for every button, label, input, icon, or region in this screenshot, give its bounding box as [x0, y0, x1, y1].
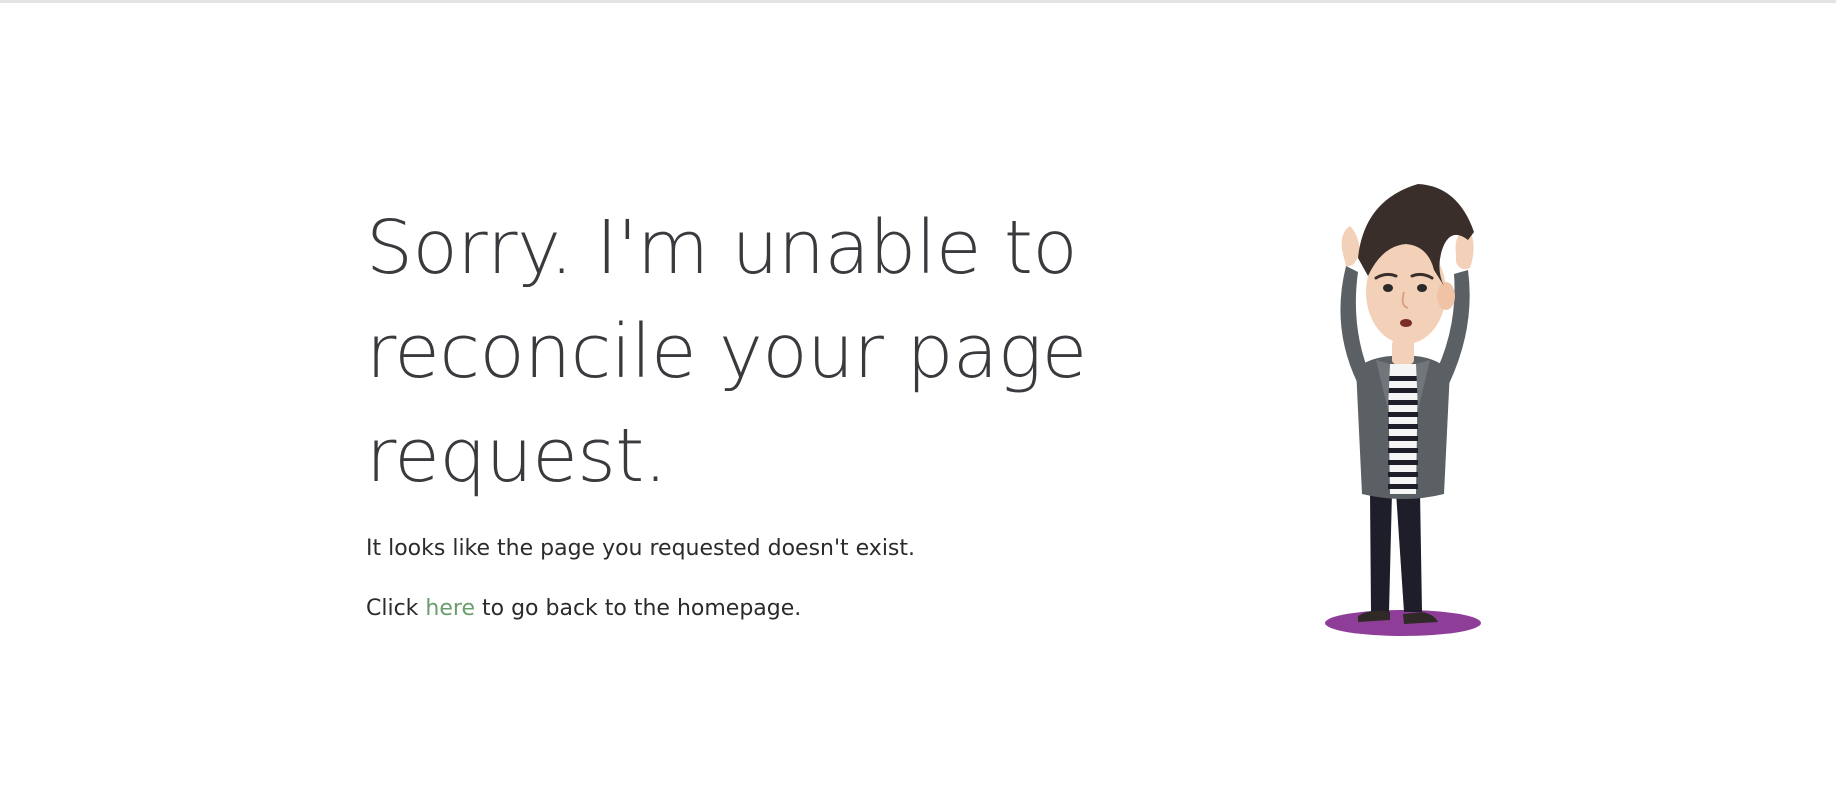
ground-shadow: [1325, 610, 1481, 636]
right-eye: [1417, 284, 1427, 292]
page-title: Sorry. I'm unable to reconcile your page…: [366, 205, 1087, 499]
left-eye: [1383, 284, 1393, 292]
cta-prefix: Click: [366, 596, 419, 621]
left-leg: [1370, 492, 1392, 612]
top-divider: [0, 0, 1836, 3]
right-leg: [1396, 492, 1422, 612]
homepage-link[interactable]: here: [425, 596, 475, 621]
error-message: Sorry. I'm unable to reconcile your page…: [366, 196, 1126, 624]
mouth: [1400, 319, 1412, 327]
ear: [1437, 282, 1455, 310]
confused-man-illustration: [1318, 180, 1492, 642]
homepage-prompt: Click here to go back to the homepage.: [366, 594, 1126, 624]
left-hand: [1341, 226, 1360, 267]
error-description: It looks like the page you requested doe…: [366, 536, 916, 561]
cta-suffix: to go back to the homepage.: [482, 596, 802, 621]
